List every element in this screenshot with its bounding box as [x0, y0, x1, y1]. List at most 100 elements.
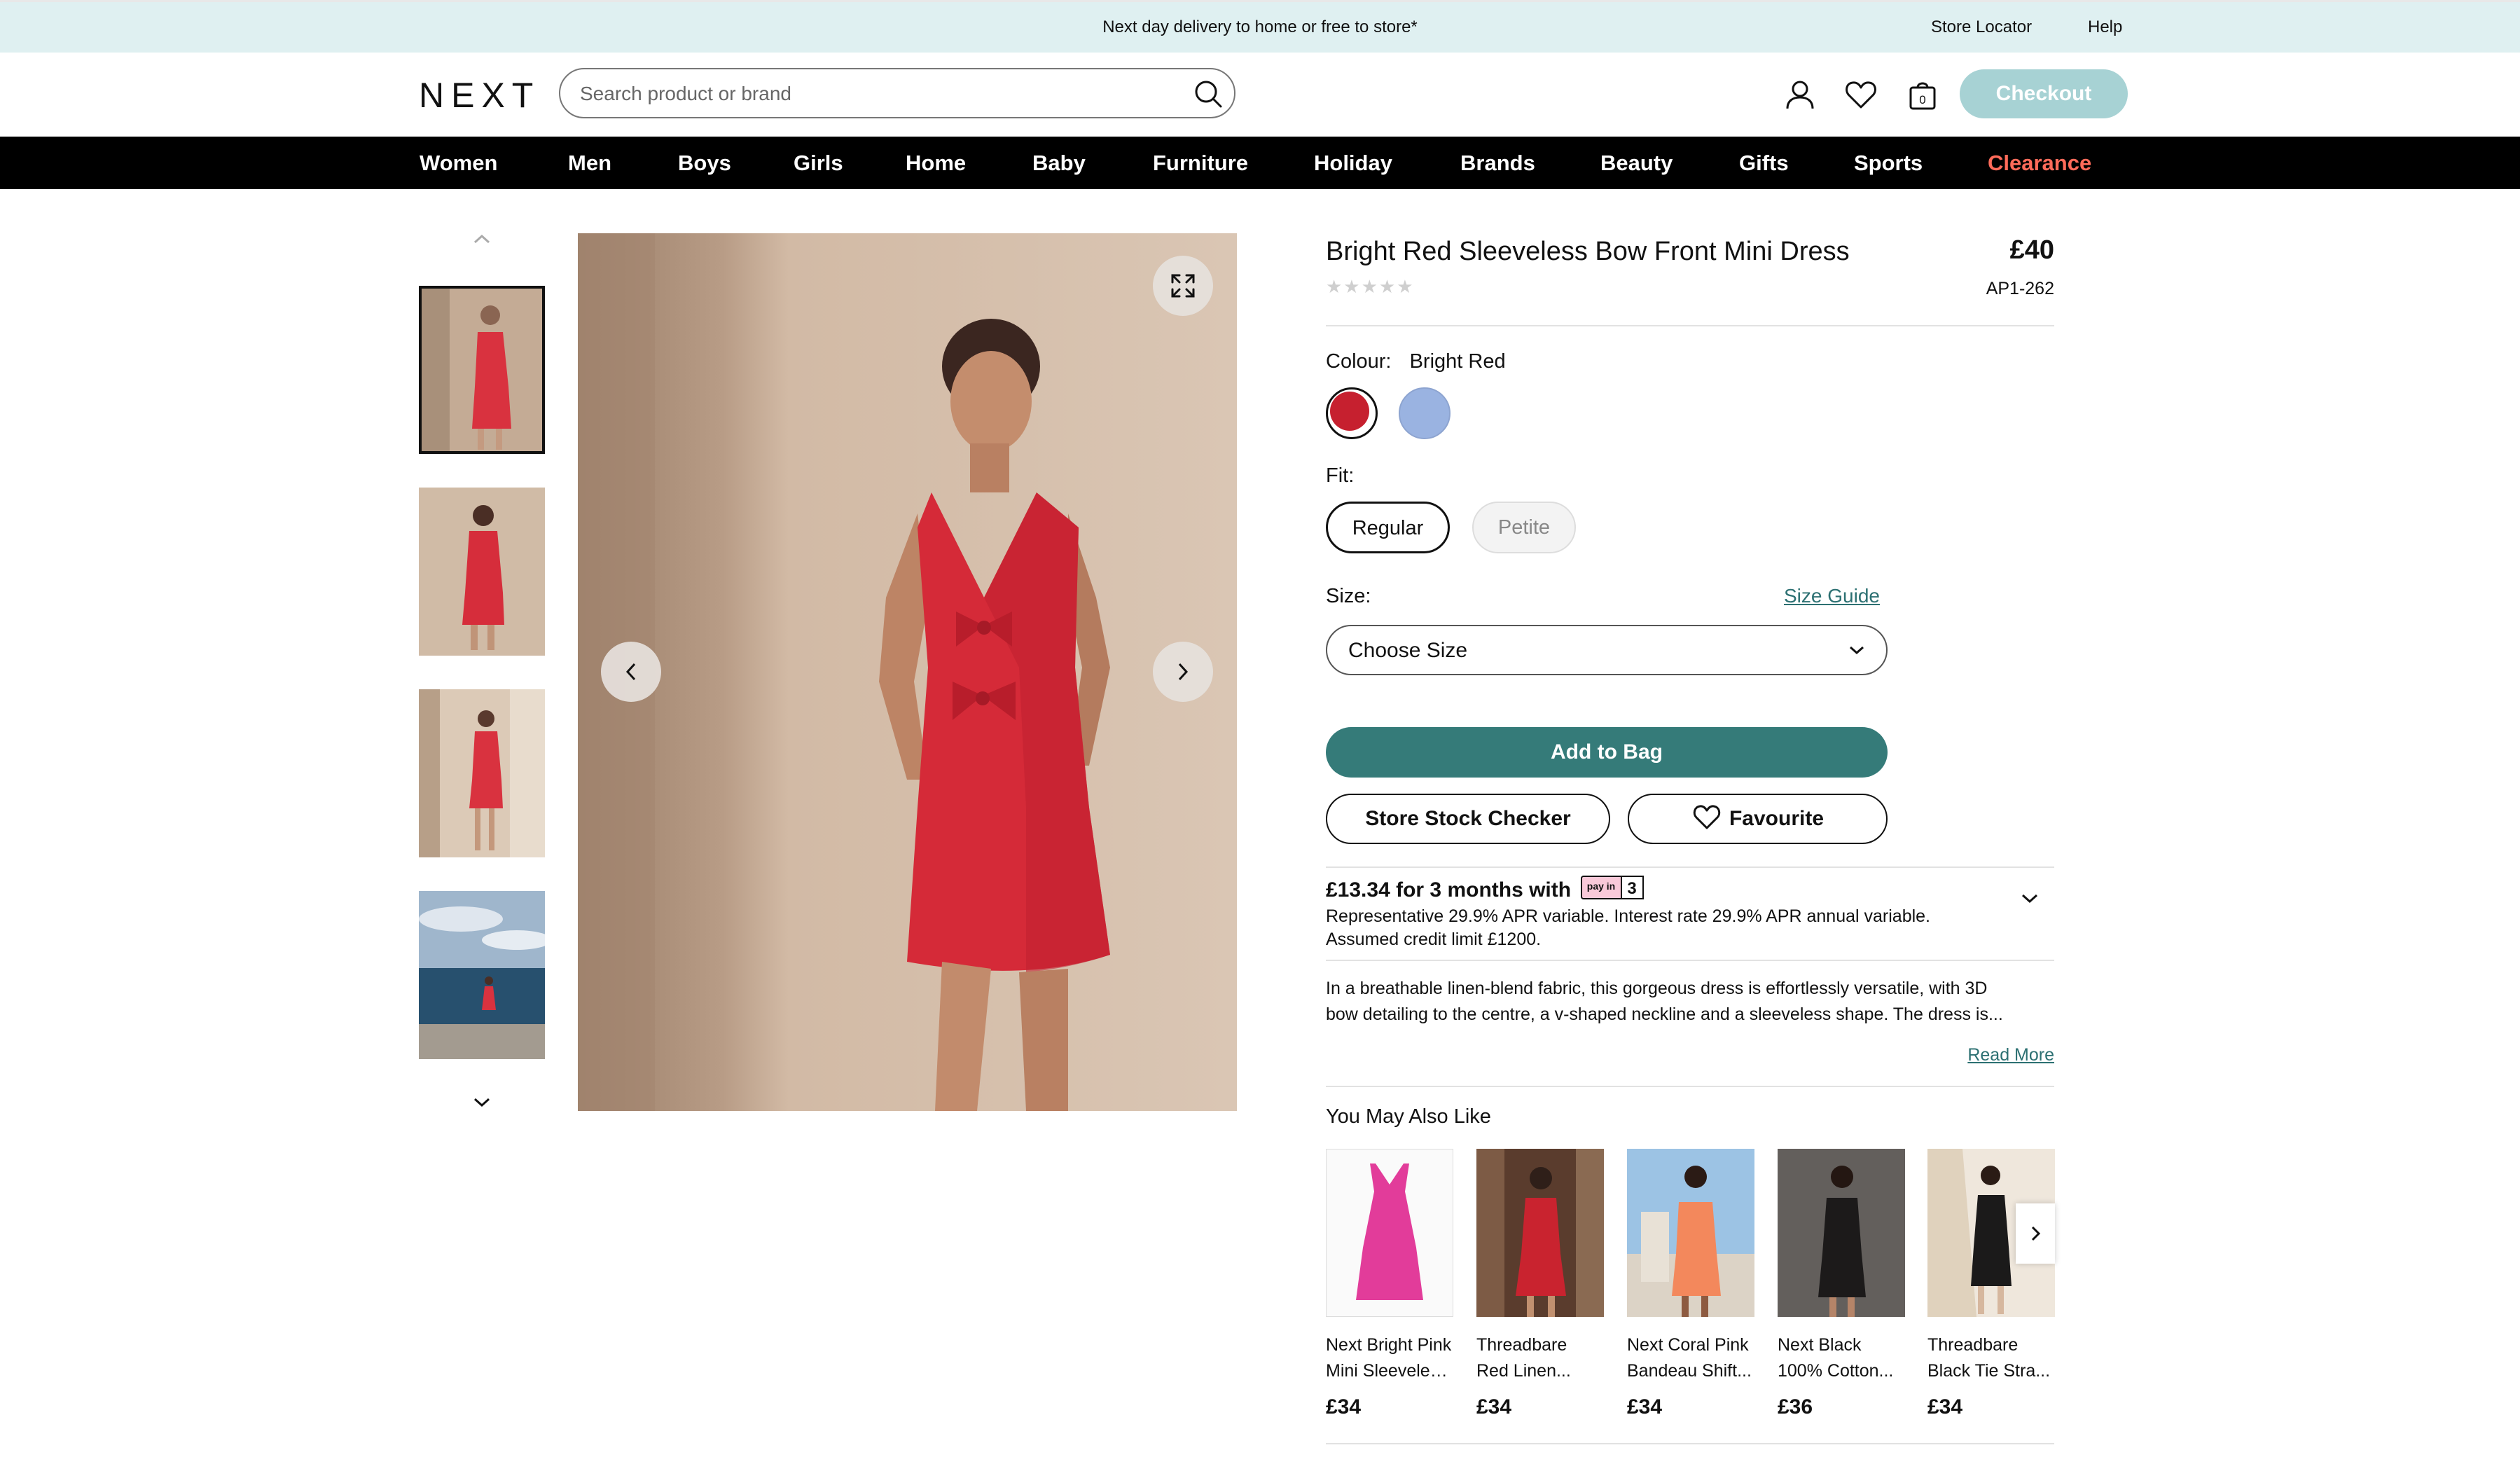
apr-representative: Representative 29.9% APR variable. Inter… — [1326, 906, 1931, 926]
recommendation-card[interactable]: Threadbare Black Tie Stra... £34 — [1927, 1149, 2055, 1419]
fit-regular-button[interactable]: Regular — [1326, 502, 1450, 553]
delivery-message: Next day delivery to home or free to sto… — [1102, 18, 1418, 36]
nav-item-holiday[interactable]: Holiday — [1314, 151, 1392, 176]
recommendation-name-line1: Next Coral Pink — [1627, 1335, 1749, 1355]
pay-in-3-badge: pay in 3 — [1581, 876, 1645, 899]
product-photo — [578, 233, 1237, 1111]
nav-item-boys[interactable]: Boys — [678, 151, 731, 176]
nav-item-home[interactable]: Home — [906, 151, 966, 176]
image-next-button[interactable] — [1153, 642, 1213, 702]
divider — [1326, 1443, 2054, 1444]
chevron-left-icon — [625, 663, 636, 681]
image-prev-button[interactable] — [601, 642, 661, 702]
chevron-right-icon — [1178, 663, 1189, 681]
recommendation-price: £34 — [1326, 1395, 1362, 1418]
pay-in-3-expand-chevron-icon[interactable] — [2019, 891, 2041, 906]
product-description: In a breathable linen-blend fabric, this… — [1326, 976, 2054, 1028]
recommendation-card[interactable]: Next Bright Pink Mini Sleeveles... £34 — [1326, 1149, 1453, 1419]
colour-swatch-bright-red[interactable] — [1326, 387, 1378, 439]
recommendation-name-line1: Threadbare — [1927, 1335, 2019, 1355]
product-code: AP1-262 — [1986, 279, 2054, 298]
thumbnail-3[interactable] — [419, 689, 545, 857]
apr-credit-limit: Assumed credit limit £1200. — [1326, 930, 1542, 949]
colour-swatch-blue[interactable] — [1399, 387, 1451, 439]
recommendation-name-line2: Black Tie Stra... — [1927, 1361, 2051, 1381]
fit-petite-button[interactable]: Petite — [1472, 502, 1576, 553]
nav-item-girls[interactable]: Girls — [794, 151, 843, 176]
thumbnails-down-chevron-icon[interactable] — [471, 1095, 493, 1110]
nav-item-sports[interactable]: Sports — [1854, 151, 1923, 176]
store-stock-checker-button[interactable]: Store Stock Checker — [1326, 794, 1610, 844]
favourite-button[interactable]: Favourite — [1628, 794, 1888, 844]
recommendation-name-line2: Red Linen... — [1476, 1361, 1571, 1381]
carousel-next-button[interactable] — [2016, 1203, 2055, 1264]
read-more-link[interactable]: Read More — [1967, 1045, 2054, 1065]
recommendation-image — [1627, 1149, 1754, 1317]
main-navigation: Women Men Boys Girls Home Baby Furniture… — [0, 137, 2520, 189]
nav-item-men[interactable]: Men — [568, 151, 611, 176]
rating-stars[interactable]: ★★★★★ — [1326, 276, 1415, 298]
thumbnail-image — [419, 488, 545, 656]
main-product-image[interactable] — [578, 233, 1237, 1111]
svg-text:3: 3 — [1628, 879, 1637, 898]
next-logo[interactable]: NEXT — [419, 75, 540, 116]
recommendation-price: £34 — [1476, 1395, 1512, 1418]
recommendation-image — [1327, 1149, 1453, 1316]
thumbnail-1[interactable] — [419, 286, 545, 454]
thumbnail-image — [422, 289, 542, 451]
recommendation-name-line2: 100% Cotton... — [1778, 1361, 1894, 1381]
nav-item-brands[interactable]: Brands — [1460, 151, 1535, 176]
heart-icon — [1693, 805, 1721, 829]
divider — [1326, 1086, 2054, 1087]
nav-item-furniture[interactable]: Furniture — [1153, 151, 1248, 176]
search-icon[interactable] — [1192, 78, 1224, 110]
recommendation-card[interactable]: Next Coral Pink Bandeau Shift... £34 — [1627, 1149, 1754, 1419]
divider — [1326, 325, 2054, 326]
store-locator-link[interactable]: Store Locator — [1931, 18, 2032, 37]
description-line-1: In a breathable linen-blend fabric, this… — [1326, 979, 1988, 998]
chevron-down-icon — [1850, 646, 1864, 655]
pay-in-3-text: £13.34 for 3 months with — [1326, 878, 1572, 902]
nav-item-women[interactable]: Women — [420, 151, 497, 176]
apr-details: Representative 29.9% APR variable. Inter… — [1326, 905, 1991, 951]
favourites-heart-icon[interactable] — [1843, 76, 1879, 113]
colour-value: Bright Red — [1409, 350, 1506, 373]
recommendation-name-line1: Next Bright Pink — [1326, 1335, 1452, 1355]
recommendation-card[interactable]: Next Black 100% Cotton... £36 — [1778, 1149, 1905, 1419]
size-select-value: Choose Size — [1348, 639, 1468, 662]
shopping-bag-icon[interactable]: 0 — [1904, 76, 1941, 113]
nav-item-baby[interactable]: Baby — [1032, 151, 1086, 176]
divider — [1326, 866, 2054, 868]
bag-count: 0 — [1919, 93, 1925, 106]
thumbnail-image — [419, 891, 545, 1059]
description-line-2: bow detailing to the centre, a v-shaped … — [1326, 1004, 2003, 1024]
recommendation-name-line1: Next Black — [1778, 1335, 1862, 1355]
help-link[interactable]: Help — [2088, 18, 2122, 37]
thumbnail-2[interactable] — [419, 488, 545, 656]
search-input[interactable] — [579, 79, 1156, 109]
account-icon[interactable] — [1782, 76, 1818, 113]
nav-item-clearance[interactable]: Clearance — [1988, 151, 2091, 176]
size-guide-link[interactable]: Size Guide — [1784, 585, 1880, 607]
colour-row: Colour: Bright Red — [1326, 350, 1506, 373]
checkout-button[interactable]: Checkout — [1960, 69, 2128, 118]
recommendation-name-line1: Threadbare — [1476, 1335, 1567, 1355]
size-select[interactable]: Choose Size — [1326, 625, 1888, 675]
fullscreen-button[interactable] — [1153, 256, 1213, 316]
thumbnail-4[interactable] — [419, 891, 545, 1059]
search-bar[interactable] — [559, 68, 1235, 118]
recommendation-price: £34 — [1927, 1395, 1963, 1418]
recommendation-price: £34 — [1627, 1395, 1663, 1418]
nav-item-beauty[interactable]: Beauty — [1600, 151, 1673, 176]
thumbnails-up-chevron-icon[interactable] — [471, 231, 493, 247]
product-title: Bright Red Sleeveless Bow Front Mini Dre… — [1326, 237, 1850, 266]
product-price: £40 — [2009, 235, 2054, 265]
svg-text:pay in: pay in — [1587, 881, 1615, 892]
recommendation-name-line2: Mini Sleeveles... — [1326, 1361, 1453, 1381]
add-to-bag-button[interactable]: Add to Bag — [1326, 727, 1888, 778]
recommendation-image — [1476, 1149, 1604, 1317]
pay-in-3-offer: £13.34 for 3 months with pay in 3 — [1326, 873, 1645, 902]
nav-item-gifts[interactable]: Gifts — [1739, 151, 1789, 176]
recommendation-image — [1778, 1149, 1905, 1317]
recommendation-card[interactable]: Threadbare Red Linen... £34 — [1476, 1149, 1604, 1419]
